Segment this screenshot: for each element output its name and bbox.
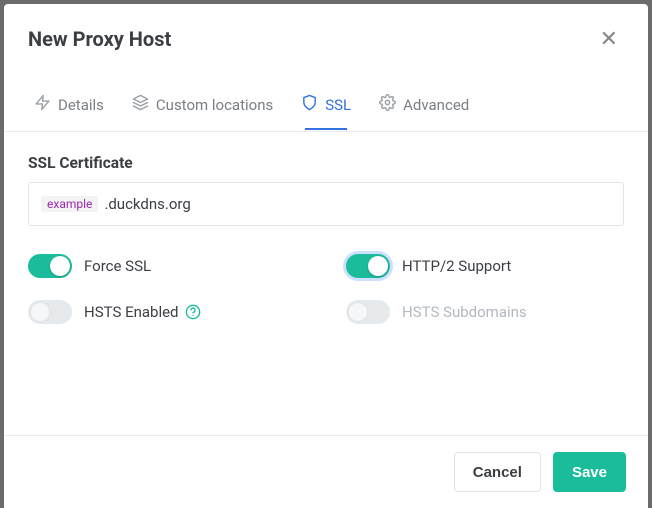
tab-details-label: Details bbox=[58, 96, 104, 114]
tab-custom-label: Custom locations bbox=[156, 96, 273, 114]
force-ssl-row: Force SSL bbox=[28, 254, 306, 278]
force-ssl-label: Force SSL bbox=[84, 257, 151, 275]
ssl-certificate-value: .duckdns.org bbox=[104, 195, 190, 213]
modal-footer: Cancel Save bbox=[4, 435, 648, 508]
close-icon: ✕ bbox=[600, 26, 618, 51]
cancel-button[interactable]: Cancel bbox=[454, 452, 541, 492]
hsts-subdomains-label: HSTS Subdomains bbox=[402, 303, 527, 321]
hsts-enabled-row: HSTS Enabled bbox=[28, 300, 306, 324]
ssl-cert-heading: SSL Certificate bbox=[28, 154, 624, 172]
http2-label: HTTP/2 Support bbox=[402, 257, 511, 275]
toggle-knob bbox=[50, 256, 70, 276]
hsts-enabled-toggle[interactable] bbox=[28, 300, 72, 324]
ssl-options-grid: Force SSL HTTP/2 Support HSTS Enabled HS… bbox=[28, 254, 624, 324]
tab-details[interactable]: Details bbox=[24, 86, 114, 131]
modal-header: New Proxy Host ✕ bbox=[4, 4, 648, 64]
toggle-knob bbox=[348, 302, 368, 322]
tab-bar: Details Custom locations SSL Advanced bbox=[4, 64, 648, 132]
ssl-certificate-select[interactable]: example .duckdns.org bbox=[28, 182, 624, 226]
lightning-icon bbox=[34, 94, 51, 115]
http2-row: HTTP/2 Support bbox=[346, 254, 624, 278]
domain-tag: example bbox=[41, 196, 98, 212]
http2-toggle[interactable] bbox=[346, 254, 390, 278]
help-icon[interactable] bbox=[185, 304, 201, 320]
force-ssl-toggle[interactable] bbox=[28, 254, 72, 278]
ssl-panel: SSL Certificate example .duckdns.org For… bbox=[4, 132, 648, 435]
tab-advanced-label: Advanced bbox=[403, 96, 469, 114]
hsts-subdomains-toggle bbox=[346, 300, 390, 324]
gear-icon bbox=[379, 94, 396, 115]
toggle-knob bbox=[368, 256, 388, 276]
hsts-enabled-label: HSTS Enabled bbox=[84, 303, 201, 321]
tab-ssl[interactable]: SSL bbox=[291, 86, 361, 131]
hsts-enabled-label-text: HSTS Enabled bbox=[84, 303, 179, 321]
tab-advanced[interactable]: Advanced bbox=[369, 86, 479, 131]
new-proxy-host-modal: New Proxy Host ✕ Details Custom location… bbox=[4, 4, 648, 508]
layers-icon bbox=[132, 94, 149, 115]
close-button[interactable]: ✕ bbox=[594, 24, 624, 54]
shield-icon bbox=[301, 94, 318, 115]
hsts-subdomains-row: HSTS Subdomains bbox=[346, 300, 624, 324]
toggle-knob bbox=[30, 302, 50, 322]
tab-ssl-label: SSL bbox=[325, 96, 351, 114]
save-button[interactable]: Save bbox=[553, 452, 626, 492]
modal-title: New Proxy Host bbox=[28, 27, 171, 51]
tab-custom-locations[interactable]: Custom locations bbox=[122, 86, 283, 131]
